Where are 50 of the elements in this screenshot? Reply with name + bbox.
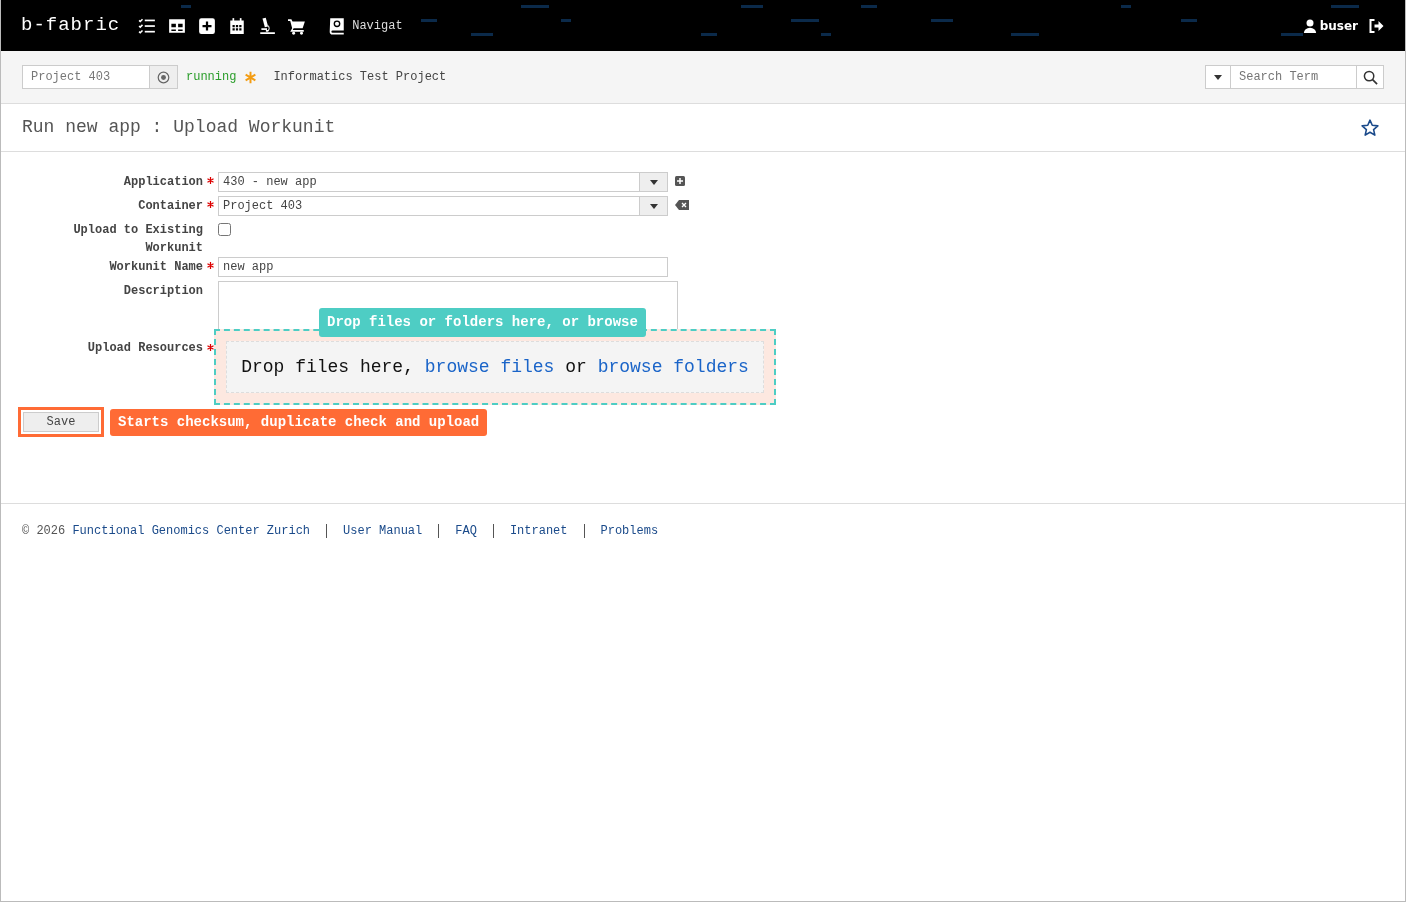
book-icon[interactable] xyxy=(328,16,347,35)
search-button[interactable] xyxy=(1357,65,1384,89)
footer-link[interactable]: Functional Genomics Center Zurich xyxy=(72,524,311,538)
footer-link[interactable]: Intranet xyxy=(509,524,568,538)
checkbox[interactable] xyxy=(218,223,231,236)
search-icon xyxy=(1362,69,1378,85)
footer-link[interactable]: User Manual xyxy=(343,524,423,538)
tooltip: Starts checksum, duplicate check and upload xyxy=(110,408,488,436)
drop-text: Drop files here, browse files or browse folders xyxy=(241,355,749,379)
browse-files-link[interactable]: browse files xyxy=(424,356,555,377)
field-label: Upload Resources xyxy=(86,340,203,357)
project-name: Informatics Test Project xyxy=(273,69,447,86)
microscope-icon[interactable] xyxy=(258,16,277,35)
field-label: Description xyxy=(122,283,203,300)
save-button[interactable]: Save xyxy=(23,412,99,432)
nav-label[interactable]: Navigat xyxy=(352,16,403,35)
table-icon[interactable] xyxy=(168,16,187,35)
caret-icon xyxy=(649,179,658,185)
clear-icon[interactable] xyxy=(675,200,689,210)
page-title: Run new app : Upload Workunit xyxy=(22,116,336,139)
user-name[interactable]: buser xyxy=(1319,16,1358,35)
text-field[interactable]: new app xyxy=(218,257,668,277)
footer-link[interactable]: FAQ xyxy=(455,524,477,538)
browse-folders-link[interactable]: browse folders xyxy=(597,356,749,377)
star-icon[interactable] xyxy=(1361,118,1379,137)
footer-link[interactable]: Problems xyxy=(600,524,659,538)
upload-zone[interactable]: Drop files here, browse files or browse folders xyxy=(214,329,776,405)
target-button[interactable] xyxy=(150,65,178,89)
add-icon[interactable] xyxy=(675,176,685,186)
cart-icon[interactable] xyxy=(288,16,307,35)
user-icon[interactable] xyxy=(1302,17,1317,34)
dropdown-button[interactable] xyxy=(1205,65,1231,89)
checklist-icon[interactable] xyxy=(138,16,157,35)
caret-icon xyxy=(649,203,658,209)
logout-icon[interactable] xyxy=(1368,17,1385,34)
caret-icon xyxy=(1214,74,1222,80)
target-icon xyxy=(157,70,170,84)
add-icon[interactable] xyxy=(198,16,217,35)
calendar-icon[interactable] xyxy=(228,16,247,35)
tooltip: Drop files or folders here, or browse xyxy=(319,308,646,337)
field-label: Container xyxy=(137,198,203,215)
logo[interactable]: b-fabric xyxy=(21,11,121,40)
copyright-text: © 2026 xyxy=(22,524,66,538)
search-field[interactable]: Search Term xyxy=(1231,65,1357,89)
project-field[interactable]: Project 403 xyxy=(22,65,150,89)
field-label: Upload to Existing Workunit xyxy=(72,222,203,257)
field-label: Application xyxy=(122,174,203,191)
status-text: running xyxy=(186,69,237,86)
asterisk-icon xyxy=(244,70,258,84)
field-label: Workunit Name xyxy=(108,259,203,276)
